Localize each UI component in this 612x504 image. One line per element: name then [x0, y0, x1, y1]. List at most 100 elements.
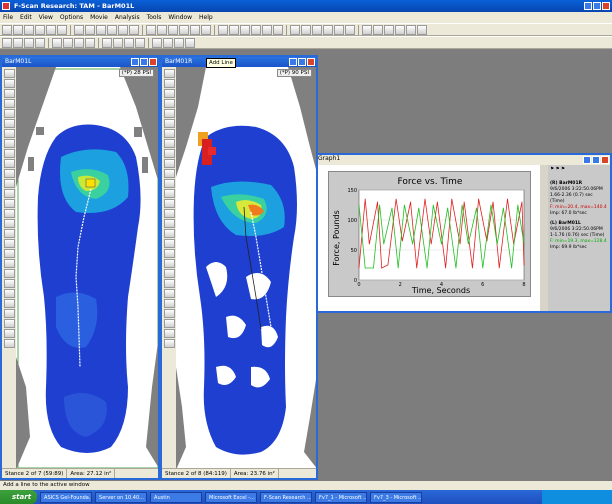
- tool-strip-button[interactable]: [163, 99, 175, 108]
- toolbar-button[interactable]: [163, 37, 173, 48]
- minimize-button[interactable]: [131, 58, 139, 66]
- toolbar-button[interactable]: [85, 37, 95, 48]
- tool-strip-button[interactable]: [163, 199, 175, 208]
- run-icon[interactable]: ⚑ ⚑ ⚑: [550, 167, 565, 172]
- toolbar-button[interactable]: [46, 24, 56, 35]
- toolbar-button[interactable]: [85, 24, 95, 35]
- toolbar-button[interactable]: [251, 24, 261, 35]
- tool-strip-button[interactable]: [3, 109, 15, 118]
- tool-strip-button[interactable]: [3, 119, 15, 128]
- taskbar-item[interactable]: Fv7_3 - Microsoft ...: [370, 491, 423, 503]
- start-button[interactable]: start: [0, 490, 38, 504]
- tool-strip-button[interactable]: [163, 289, 175, 298]
- tool-strip-button[interactable]: [3, 259, 15, 268]
- tool-strip-button[interactable]: [3, 139, 15, 148]
- toolbar-button[interactable]: [417, 24, 427, 35]
- maximize-button[interactable]: [298, 58, 306, 66]
- right-pressure-map[interactable]: [176, 67, 316, 468]
- toolbar-button[interactable]: [185, 37, 195, 48]
- tool-strip-button[interactable]: [163, 109, 175, 118]
- tool-strip-button[interactable]: [163, 69, 175, 78]
- toolbar-button[interactable]: [218, 24, 228, 35]
- tool-strip-button[interactable]: [3, 189, 15, 198]
- tool-strip-button[interactable]: [3, 239, 15, 248]
- maximize-button[interactable]: [592, 156, 600, 164]
- toolbar-button[interactable]: [201, 24, 211, 35]
- tool-strip-button[interactable]: [163, 209, 175, 218]
- toolbar-button[interactable]: [113, 37, 123, 48]
- taskbar-item[interactable]: F-Scan Research ...: [260, 491, 313, 503]
- graph-window-titlebar[interactable]: Graph1: [318, 155, 610, 164]
- tool-strip-button[interactable]: [3, 69, 15, 78]
- graph-window[interactable]: Graph1 Force vs. Time Time, Seconds Forc…: [316, 153, 612, 313]
- toolbar-button[interactable]: [13, 24, 23, 35]
- toolbar-button[interactable]: [174, 37, 184, 48]
- tool-strip-button[interactable]: [3, 79, 15, 88]
- left-foot-window-titlebar[interactable]: BarM01L: [2, 57, 158, 67]
- toolbar-button[interactable]: [334, 24, 344, 35]
- tool-strip-button[interactable]: [3, 99, 15, 108]
- tool-strip-button[interactable]: [163, 139, 175, 148]
- close-button[interactable]: [601, 156, 609, 164]
- tool-strip-button[interactable]: [163, 239, 175, 248]
- tool-strip-button[interactable]: [3, 209, 15, 218]
- tool-strip-button[interactable]: [3, 229, 15, 238]
- maximize-button[interactable]: [140, 58, 148, 66]
- toolbar-button[interactable]: [74, 37, 84, 48]
- toolbar-button[interactable]: [179, 24, 189, 35]
- tool-strip-button[interactable]: [163, 259, 175, 268]
- graph-splitter[interactable]: [540, 165, 548, 311]
- tool-strip-button[interactable]: [3, 289, 15, 298]
- tool-strip-button[interactable]: [163, 269, 175, 278]
- tool-strip-button[interactable]: [3, 129, 15, 138]
- toolbar-button[interactable]: [57, 24, 67, 35]
- menu-options[interactable]: Options: [60, 12, 83, 23]
- taskbar-item[interactable]: ASICS Gel-Founda...: [40, 491, 93, 503]
- tool-strip-button[interactable]: [163, 159, 175, 168]
- toolbar-button[interactable]: [345, 24, 355, 35]
- toolbar-button[interactable]: [102, 37, 112, 48]
- toolbar-button[interactable]: [301, 24, 311, 35]
- tool-strip-button[interactable]: [3, 159, 15, 168]
- tool-strip-button[interactable]: [3, 249, 15, 258]
- toolbar-button[interactable]: [190, 24, 200, 35]
- toolbar-button[interactable]: [157, 24, 167, 35]
- tool-strip-button[interactable]: [163, 249, 175, 258]
- right-foot-window-titlebar[interactable]: BarM01R: [162, 57, 316, 67]
- toolbar-button[interactable]: [229, 24, 239, 35]
- tool-strip-button[interactable]: [3, 319, 15, 328]
- tool-strip-button[interactable]: [3, 299, 15, 308]
- right-foot-window[interactable]: BarM01R (*P) 90 PSI Add Line Stance 2 of…: [160, 55, 318, 480]
- tool-strip-button[interactable]: [3, 339, 15, 348]
- tool-strip-button[interactable]: [3, 219, 15, 228]
- toolbar-button[interactable]: [13, 37, 23, 48]
- close-button[interactable]: [149, 58, 157, 66]
- tool-strip-button[interactable]: [3, 269, 15, 278]
- toolbar-button[interactable]: [168, 24, 178, 35]
- force-time-chart[interactable]: Force vs. Time Time, Seconds Force, Poun…: [329, 172, 532, 298]
- tool-strip-button[interactable]: [3, 179, 15, 188]
- toolbar-button[interactable]: [290, 24, 300, 35]
- left-pressure-map[interactable]: [16, 67, 158, 468]
- minimize-button[interactable]: [584, 2, 592, 10]
- toolbar-button[interactable]: [395, 24, 405, 35]
- toolbar-button[interactable]: [24, 24, 34, 35]
- tool-strip-button[interactable]: [163, 299, 175, 308]
- minimize-button[interactable]: [289, 58, 297, 66]
- tool-strip-button[interactable]: [163, 169, 175, 178]
- toolbar-button[interactable]: [273, 24, 283, 35]
- toolbar-button[interactable]: [124, 37, 134, 48]
- toolbar-button[interactable]: [406, 24, 416, 35]
- toolbar-button[interactable]: [373, 24, 383, 35]
- toolbar-button[interactable]: [118, 24, 128, 35]
- tool-strip-button[interactable]: [163, 219, 175, 228]
- toolbar-button[interactable]: [146, 24, 156, 35]
- toolbar-button[interactable]: [384, 24, 394, 35]
- tool-strip-button[interactable]: [163, 149, 175, 158]
- tool-strip-button[interactable]: [163, 279, 175, 288]
- tool-strip-button[interactable]: [163, 89, 175, 98]
- toolbar-button[interactable]: [2, 37, 12, 48]
- toolbar-button[interactable]: [152, 37, 162, 48]
- toolbar-button[interactable]: [262, 24, 272, 35]
- tool-strip-button[interactable]: [3, 199, 15, 208]
